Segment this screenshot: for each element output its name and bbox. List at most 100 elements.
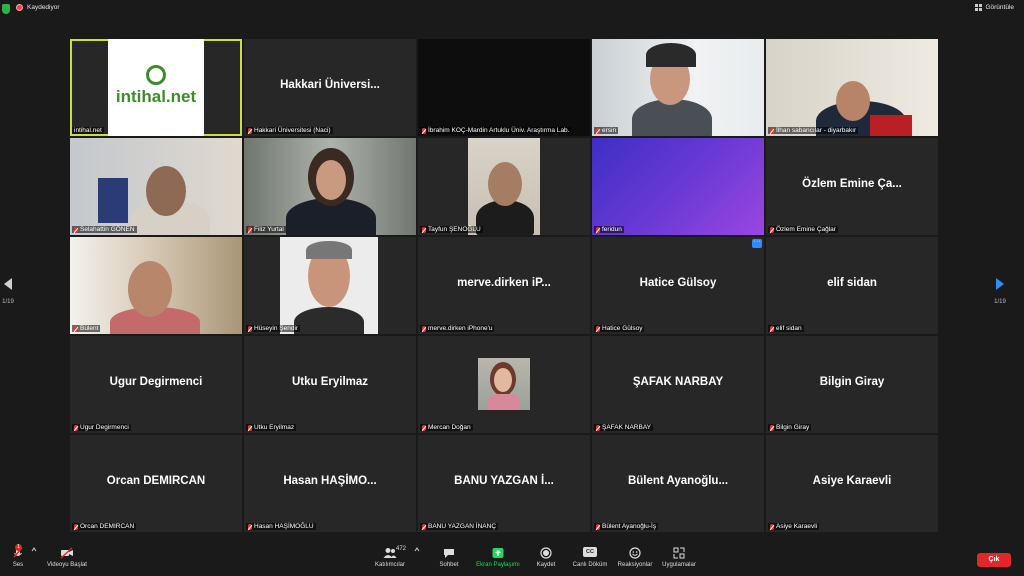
participant-tile[interactable]: Bilgin Giray Bilgin Giray [766, 336, 938, 433]
view-label: Görüntüle [985, 4, 1014, 11]
participant-tile[interactable]: Hatice Gülsoy ··· Hatice Gülsoy [592, 237, 764, 334]
recording-indicator[interactable]: Kaydediyor [16, 4, 60, 11]
smiley-icon [629, 547, 641, 559]
participant-tile[interactable]: Hüseyin Şendir [244, 237, 416, 334]
participant-name-label: merve.dirken iPhone'u [420, 325, 495, 332]
apps-button[interactable]: Uygulamalar [658, 547, 700, 568]
participant-display-name: Özlem Emine Ça... [802, 178, 902, 190]
participant-name-label: Özlem Emine Çağlar [768, 226, 838, 233]
participant-tile[interactable]: Mercan Doğan [418, 336, 590, 433]
view-button[interactable]: Görüntüle [975, 4, 1014, 11]
mic-muted-icon [422, 523, 426, 530]
page-indicator-left: 1/19 [2, 299, 14, 305]
mic-muted-icon [770, 127, 774, 134]
mic-muted-icon [770, 325, 774, 332]
participant-tile[interactable]: Selahattin GÖNEN [70, 138, 242, 235]
participant-display-name: Bülent Ayanoğlu... [627, 475, 729, 487]
participant-tile[interactable]: Bülent [70, 237, 242, 334]
participant-display-name: ŞAFAK NARBAY [632, 376, 724, 388]
closed-captions-icon: CC [583, 547, 597, 557]
participant-tile[interactable]: feridun [592, 138, 764, 235]
apps-label: Uygulamalar [662, 562, 696, 568]
participant-tile[interactable]: Utku Eryilmaz Utku Eryilmaz [244, 336, 416, 433]
participant-display-name: Orcan DEMIRCAN [106, 475, 206, 487]
participant-name-label: Filiz Yurtal [246, 226, 286, 233]
participant-tile[interactable]: Ugur Degirmenci Ugur Degirmenci [70, 336, 242, 433]
chevron-up-icon [31, 547, 37, 552]
participant-name-label: BANU YAZGAN İNANÇ [420, 523, 499, 530]
participants-options-caret[interactable] [413, 547, 421, 554]
profile-picture [478, 358, 530, 410]
participant-tile[interactable]: ersin [592, 39, 764, 136]
participant-tile[interactable]: İbrahim KOÇ-Mardin Artuklu Üniv. Araştır… [418, 39, 590, 136]
participant-name-label: intihal.net [72, 127, 104, 134]
participants-button[interactable]: 472 Katılımcılar [370, 546, 410, 568]
video-off-icon [60, 547, 73, 559]
participant-tile[interactable]: Orcan DEMIRCAN Orcan DEMIRCAN [70, 435, 242, 532]
chat-label: Sohbet [439, 562, 459, 568]
mic-muted-icon [248, 325, 252, 332]
start-video-label: Videoyu Başlat [47, 562, 87, 568]
participant-name-label: İlhan sabancılar - diyarbakır [768, 127, 859, 134]
leave-meeting-button[interactable]: Çık [977, 553, 1011, 567]
participant-tile[interactable]: merve.dirken iP... merve.dirken iPhone'u [418, 237, 590, 334]
participant-tile[interactable]: Tayfun ŞENOĞLU [418, 138, 590, 235]
share-screen-label: Ekran Paylaşımı [476, 562, 520, 568]
participant-tile[interactable]: Asiye Karaevli Asiye Karaevli [766, 435, 938, 532]
participant-tile[interactable]: Bülent Ayanoğlu... Bülent Ayanoğlu-İş [592, 435, 764, 532]
audio-button[interactable]: 1 Ses [6, 544, 30, 568]
security-shield-icon[interactable] [2, 4, 10, 14]
mic-muted-icon [74, 523, 78, 530]
participant-display-name: BANU YAZGAN İ... [454, 475, 554, 487]
participant-name-label: Tayfun ŞENOĞLU [420, 226, 483, 233]
participant-name-label: Hüseyin Şendir [246, 325, 301, 332]
participant-tile[interactable]: Hasan HAŞİMO... Hasan HAŞİMOĞLU [244, 435, 416, 532]
participant-tile[interactable]: BANU YAZGAN İ... BANU YAZGAN İNANÇ [418, 435, 590, 532]
participant-name-label: İbrahim KOÇ-Mardin Artuklu Üniv. Araştır… [420, 127, 572, 134]
participants-count: 472 [396, 546, 407, 552]
mic-muted-icon [74, 325, 78, 332]
participant-name-label: Bilgin Giray [768, 424, 812, 431]
arrow-left-icon [4, 278, 12, 290]
chat-button[interactable]: Sohbet [434, 547, 464, 568]
share-screen-icon [492, 548, 504, 558]
participant-name-label: Bülent Ayanoğlu-İş [594, 523, 659, 530]
mic-muted-icon [248, 523, 252, 530]
participant-tile[interactable]: Özlem Emine Ça... Özlem Emine Çağlar [766, 138, 938, 235]
participant-tile[interactable]: elif sidan elif sidan [766, 237, 938, 334]
mic-muted-icon [596, 325, 600, 332]
more-options-button[interactable]: ··· [752, 238, 762, 248]
participant-name-label: Ugur Degirmenci [72, 424, 131, 431]
participants-icon [383, 548, 397, 558]
mic-muted-icon [248, 424, 252, 431]
participant-name-label: Mercan Doğan [420, 424, 473, 431]
mic-muted-icon [596, 424, 600, 431]
participants-label: Katılımcılar [374, 562, 405, 568]
grid-view-icon [975, 4, 983, 11]
participant-tile[interactable]: intihal.net intihal.net [70, 39, 242, 136]
participant-display-name: elif sidan [827, 277, 877, 289]
audio-options-caret[interactable] [30, 547, 38, 554]
reactions-button[interactable]: Reaksiyonlar [616, 547, 654, 568]
participant-display-name: Hatice Gülsoy [639, 277, 717, 289]
top-bar: Kaydediyor Görüntüle [0, 0, 1024, 20]
live-transcript-button[interactable]: CC Canlı Döküm [570, 547, 610, 568]
participant-display-name: Ugur Degirmenci [109, 376, 203, 388]
reactions-label: Reaksiyonlar [617, 562, 653, 568]
share-screen-button[interactable]: Ekran Paylaşımı [474, 547, 522, 568]
participant-tile[interactable]: Filiz Yurtal [244, 138, 416, 235]
mic-muted-icon [248, 127, 252, 134]
record-button[interactable]: Kaydet [532, 547, 560, 568]
mic-muted-icon [596, 523, 600, 530]
previous-page-button[interactable]: 1/19 [1, 278, 15, 305]
audio-badge: 1 [15, 544, 22, 551]
participant-tile[interactable]: ŞAFAK NARBAY ŞAFAK NARBAY [592, 336, 764, 433]
participant-display-name: Hakkari Üniversi... [280, 79, 380, 91]
next-page-button[interactable]: 1/19 [993, 278, 1007, 305]
participant-tile[interactable]: İlhan sabancılar - diyarbakır [766, 39, 938, 136]
arrow-right-icon [996, 278, 1004, 290]
participant-name-label: elif sidan [768, 325, 804, 332]
participant-name-label: Hakkari Üniversitesi (Naci) [246, 127, 333, 134]
participant-tile[interactable]: Hakkari Üniversi... Hakkari Üniversitesi… [244, 39, 416, 136]
start-video-button[interactable]: Videoyu Başlat [44, 547, 90, 568]
